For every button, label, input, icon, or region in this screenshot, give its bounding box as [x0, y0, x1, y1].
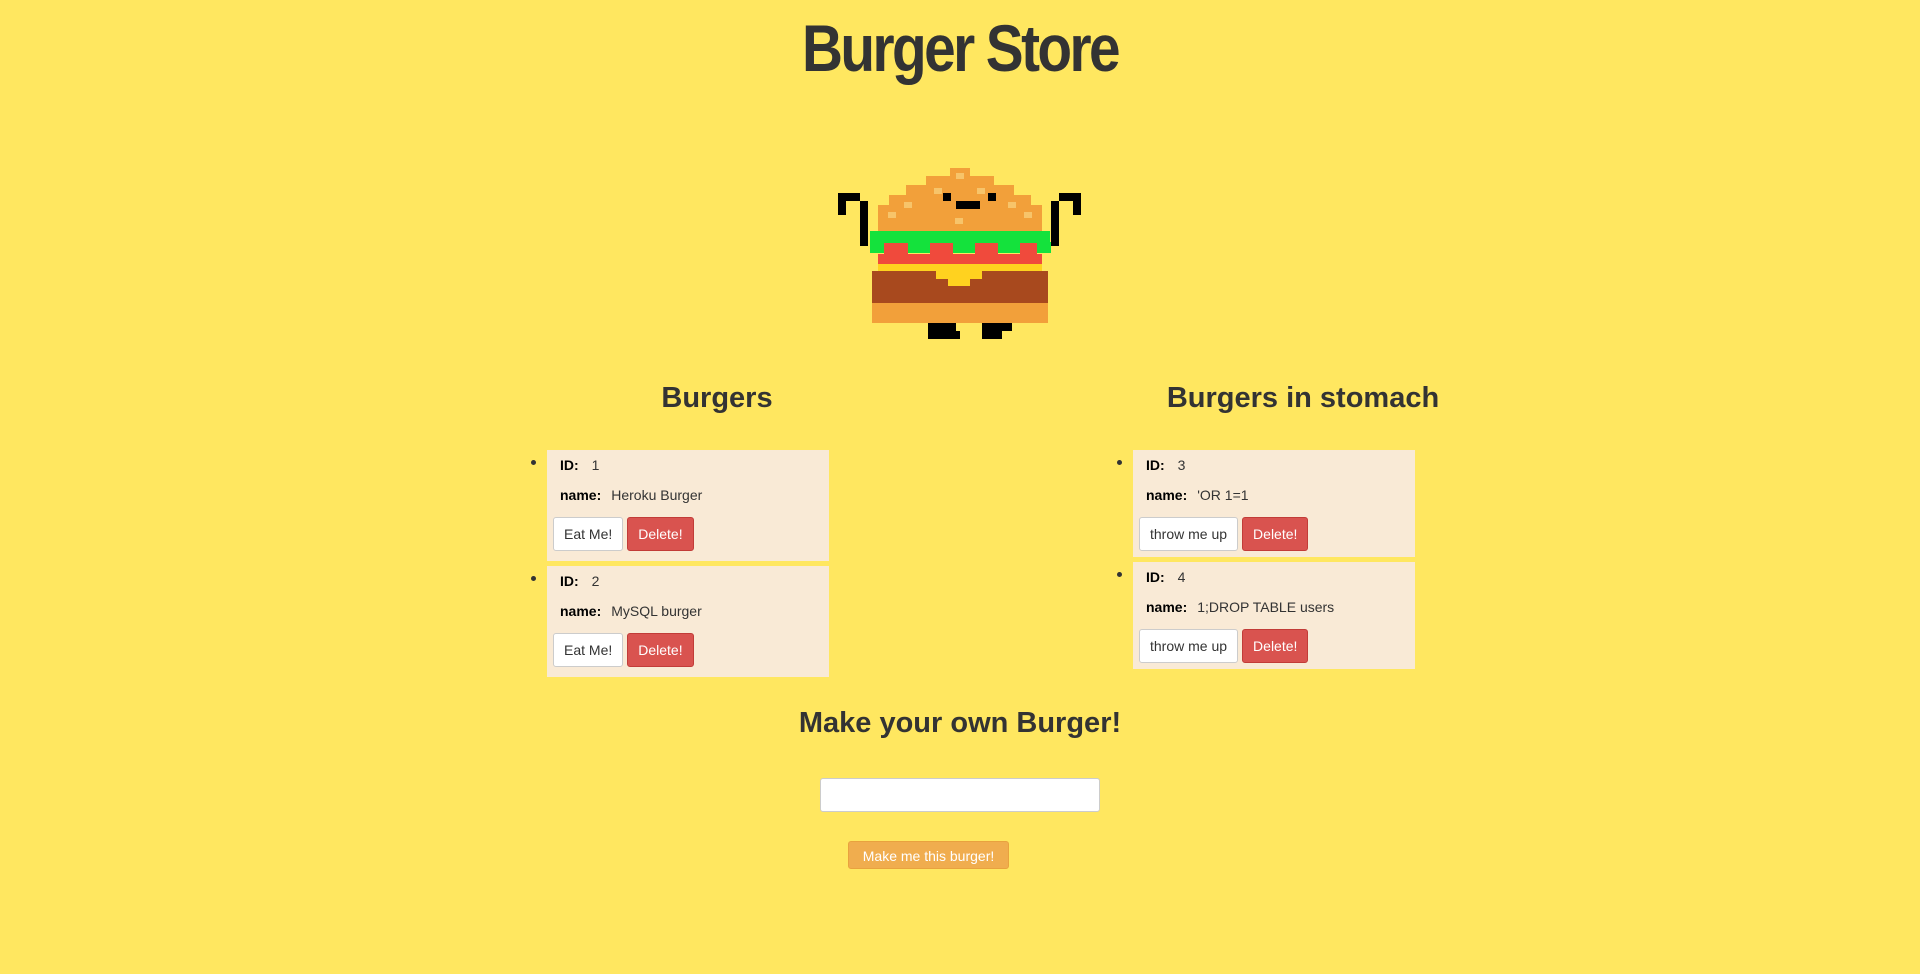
burger-name: MySQL burger [611, 603, 702, 619]
make-burger-button[interactable]: Make me this burger! [848, 841, 1009, 869]
list-item: ID: 2 name: MySQL burger Eat Me! Delete! [531, 566, 829, 677]
bullet-icon [531, 576, 536, 581]
pixel-burger-mascot-icon [838, 168, 1081, 339]
list-item: ID: 3 name: 'OR 1=1 throw me up Delete! [1117, 450, 1415, 557]
name-label: name: [560, 487, 602, 503]
burger-name-input[interactable] [820, 778, 1100, 812]
burger-name: 'OR 1=1 [1197, 487, 1249, 503]
list-item: ID: 1 name: Heroku Burger Eat Me! Delete! [531, 450, 829, 561]
stomach-list: ID: 3 name: 'OR 1=1 throw me up Delete! ID:… [1117, 450, 1415, 674]
list-item: ID: 4 name: 1;DROP TABLE users throw me up… [1117, 562, 1415, 669]
burger-id: 2 [591, 573, 600, 589]
burgers-heading: Burgers [661, 382, 773, 414]
page: Burger Store Burgers ID: 1 name: Heroku … [0, 0, 1920, 974]
throw-up-button[interactable]: throw me up [1139, 629, 1239, 663]
eat-me-button[interactable]: Eat Me! [553, 517, 624, 551]
stomach-heading: Burgers in stomach [1166, 382, 1440, 414]
id-label: ID: [560, 573, 579, 589]
delete-button[interactable]: Delete! [627, 517, 694, 551]
burger-id: 3 [1177, 457, 1186, 473]
eat-me-button[interactable]: Eat Me! [553, 633, 624, 667]
id-label: ID: [1146, 457, 1165, 473]
name-label: name: [560, 603, 602, 619]
id-label: ID: [560, 457, 579, 473]
delete-button[interactable]: Delete! [627, 633, 694, 667]
delete-button[interactable]: Delete! [1242, 629, 1309, 663]
bullet-icon [1117, 572, 1122, 577]
burger-id: 4 [1177, 569, 1186, 585]
make-burger-heading: Make your own Burger! [798, 707, 1122, 739]
burger-name: 1;DROP TABLE users [1197, 599, 1335, 615]
name-label: name: [1146, 599, 1188, 615]
throw-up-button[interactable]: throw me up [1139, 517, 1239, 551]
delete-button[interactable]: Delete! [1242, 517, 1309, 551]
id-label: ID: [1146, 569, 1165, 585]
burger-name: Heroku Burger [611, 487, 703, 503]
page-title: Burger Store [802, 11, 1121, 85]
burgers-list: ID: 1 name: Heroku Burger Eat Me! Delete! I… [531, 450, 829, 682]
bullet-icon [1117, 460, 1122, 465]
bullet-icon [531, 460, 536, 465]
name-label: name: [1146, 487, 1188, 503]
burger-id: 1 [591, 457, 600, 473]
